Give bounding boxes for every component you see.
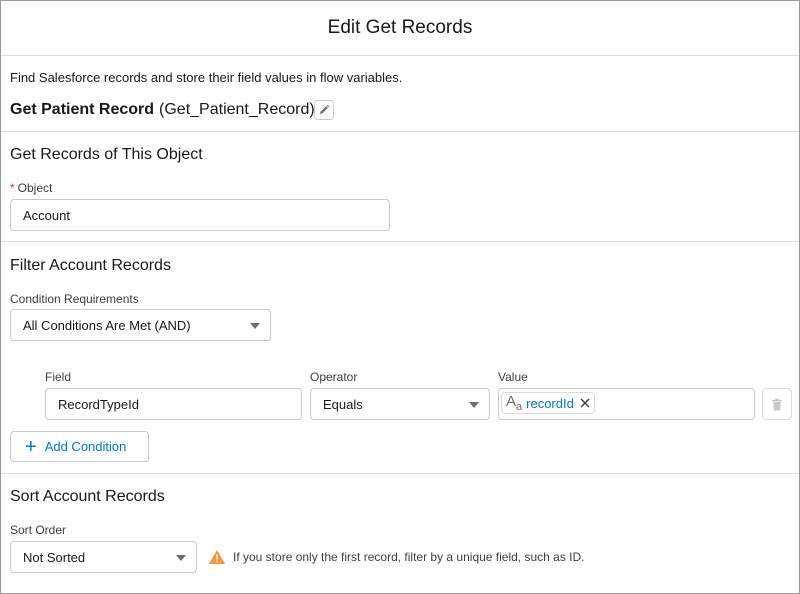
condition-requirements-select[interactable]: All Conditions Are Met (AND) bbox=[10, 309, 271, 341]
condition-operator-select[interactable]: Equals bbox=[310, 388, 490, 420]
close-icon bbox=[580, 398, 590, 408]
modal-title: Edit Get Records bbox=[1, 1, 799, 56]
sort-order-label: Sort Order bbox=[10, 523, 67, 537]
sort-order-select[interactable]: Not Sorted bbox=[10, 541, 197, 573]
operator-column-label: Operator bbox=[310, 370, 358, 384]
element-label: Get Patient Record bbox=[10, 101, 155, 118]
remove-value-button[interactable] bbox=[580, 396, 590, 410]
condition-requirements-label: Condition Requirements bbox=[10, 292, 139, 306]
chevron-down-icon bbox=[469, 402, 479, 408]
required-marker: * bbox=[10, 181, 15, 195]
pencil-icon bbox=[320, 104, 330, 114]
element-description: Find Salesforce records and store their … bbox=[10, 70, 403, 85]
condition-operator-value: Equals bbox=[323, 396, 363, 412]
object-field-label: * Object bbox=[10, 181, 52, 195]
divider bbox=[1, 473, 799, 474]
object-label-text: Object bbox=[17, 181, 53, 195]
value-pill: Aa recordId bbox=[501, 392, 595, 414]
chevron-down-icon bbox=[176, 555, 186, 561]
object-input-value: Account bbox=[23, 207, 70, 223]
add-condition-label: Add Condition bbox=[44, 439, 127, 454]
warning-icon bbox=[208, 550, 226, 564]
sort-warning: If you store only the first record, filt… bbox=[208, 549, 585, 565]
object-input[interactable]: Account bbox=[10, 199, 390, 231]
sort-section-title: Sort Account Records bbox=[10, 488, 165, 505]
edit-label-button[interactable] bbox=[314, 100, 334, 120]
chevron-down-icon bbox=[250, 323, 260, 329]
add-condition-button[interactable]: + Add Condition bbox=[10, 431, 149, 462]
trash-icon bbox=[772, 398, 782, 410]
value-column-label: Value bbox=[498, 370, 528, 384]
divider bbox=[1, 241, 799, 242]
element-heading: Get Patient Record (Get_Patient_Record) bbox=[10, 101, 315, 119]
edit-get-records-modal: Edit Get Records Find Salesforce records… bbox=[0, 0, 800, 594]
element-api-name: (Get_Patient_Record) bbox=[159, 101, 315, 118]
text-type-icon: Aa bbox=[506, 393, 523, 413]
sort-warning-text: If you store only the first record, filt… bbox=[233, 550, 585, 564]
divider bbox=[1, 131, 799, 132]
value-pill-label: recordId bbox=[526, 395, 574, 411]
condition-requirements-value: All Conditions Are Met (AND) bbox=[23, 317, 191, 333]
sort-order-value: Not Sorted bbox=[23, 549, 86, 565]
condition-field-value: RecordTypeId bbox=[58, 396, 139, 412]
field-column-label: Field bbox=[45, 370, 72, 384]
condition-field-input[interactable]: RecordTypeId bbox=[45, 388, 302, 420]
delete-condition-button[interactable] bbox=[762, 388, 792, 420]
object-section-title: Get Records of This Object bbox=[10, 146, 203, 163]
plus-icon: + bbox=[25, 435, 37, 458]
filter-section-title: Filter Account Records bbox=[10, 257, 171, 274]
